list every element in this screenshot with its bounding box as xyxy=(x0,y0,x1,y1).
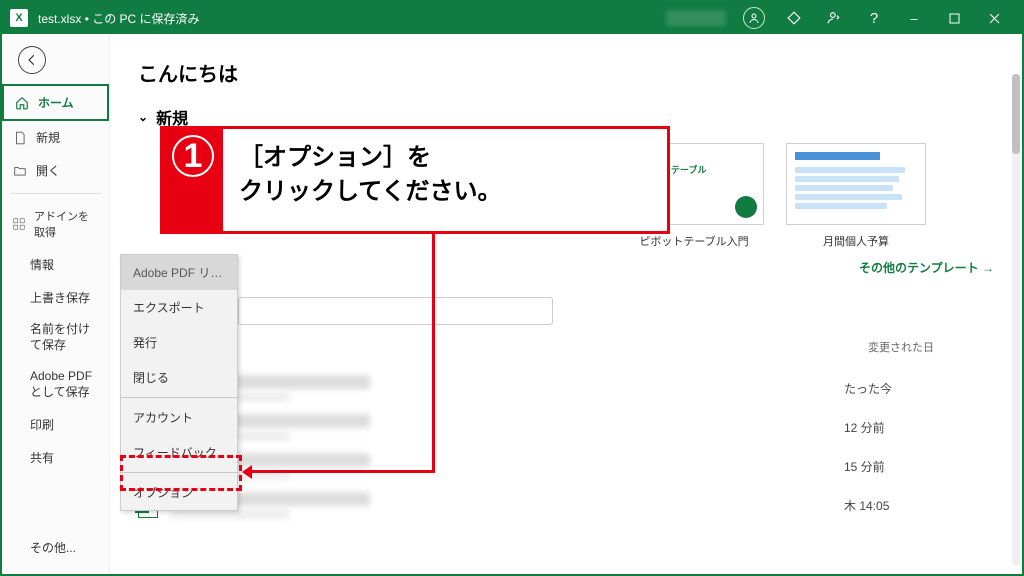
nav-open-label: 開く xyxy=(36,162,60,179)
overflow-menu: Adobe PDF リ… エクスポート 発行 閉じる アカウント フィードバック… xyxy=(120,254,238,511)
file-date: 15 分前 xyxy=(844,458,994,475)
file-date: 12 分前 xyxy=(844,419,994,436)
diamond-icon[interactable] xyxy=(774,2,814,34)
chevron-down-icon: ⌄ xyxy=(138,110,148,124)
titlebar: X test.xlsx • この PC に保存済み ? – xyxy=(2,2,1022,34)
more-templates-link[interactable]: その他のテンプレート → xyxy=(138,259,994,276)
nav-save-as[interactable]: 名前を付けて保存 xyxy=(2,314,109,361)
menu-feedback[interactable]: フィードバック xyxy=(121,435,237,470)
nav-other[interactable]: その他... xyxy=(2,531,109,564)
help-icon[interactable]: ? xyxy=(854,2,894,34)
menu-account[interactable]: アカウント xyxy=(121,400,237,435)
minimize-button[interactable]: – xyxy=(894,2,934,34)
back-button[interactable] xyxy=(18,46,46,74)
annotation-arrow-icon xyxy=(242,465,252,479)
pivot-play-icon xyxy=(735,196,757,218)
recent-header: 変更された日 xyxy=(138,339,994,363)
nav-get-addins[interactable]: アドインを取得 xyxy=(2,200,109,248)
scrollbar[interactable] xyxy=(1012,74,1020,566)
excel-app-icon: X xyxy=(10,9,28,27)
column-modified-date: 変更された日 xyxy=(868,339,934,355)
menu-adobe-pdf[interactable]: Adobe PDF リ… xyxy=(121,255,237,290)
menu-options[interactable]: オプション xyxy=(121,475,237,510)
document-icon xyxy=(12,130,28,146)
maximize-button[interactable] xyxy=(934,2,974,34)
folder-open-icon xyxy=(12,163,28,179)
nav-share[interactable]: 共有 xyxy=(2,441,109,474)
menu-publish[interactable]: 発行 xyxy=(121,325,237,360)
file-row[interactable]: たった今 xyxy=(138,369,994,408)
annotation-line-horizontal xyxy=(250,470,435,473)
account-icon[interactable] xyxy=(734,2,774,34)
nav-new-label: 新規 xyxy=(36,129,60,146)
file-row[interactable]: 15 分前 xyxy=(138,447,994,486)
greeting-heading: こんにちは xyxy=(138,58,994,87)
annotation-step-number: 1 xyxy=(163,129,223,231)
nav-print[interactable]: 印刷 xyxy=(2,408,109,441)
nav-info[interactable]: 情報 xyxy=(2,248,109,281)
nav-save[interactable]: 上書き保存 xyxy=(2,281,109,314)
search-input-stub[interactable] xyxy=(238,297,553,325)
close-button[interactable] xyxy=(974,2,1014,34)
app-window: X test.xlsx • この PC に保存済み ? – ホーム xyxy=(0,0,1024,576)
addins-icon xyxy=(12,216,26,232)
person-badge-icon[interactable] xyxy=(814,2,854,34)
file-date: 木 14:05 xyxy=(844,497,994,514)
file-row[interactable]: 木 14:05 xyxy=(138,486,994,525)
file-row[interactable]: 12 分前 xyxy=(138,408,994,447)
scrollbar-thumb[interactable] xyxy=(1012,74,1020,154)
annotation-callout: 1 ［オプション］をクリックしてください。 xyxy=(160,126,670,234)
menu-close[interactable]: 閉じる xyxy=(121,360,237,395)
menu-export[interactable]: エクスポート xyxy=(121,290,237,325)
window-title: test.xlsx • この PC に保存済み xyxy=(38,10,200,27)
nav-new[interactable]: 新規 xyxy=(2,121,109,154)
home-icon xyxy=(14,95,30,111)
template-budget[interactable]: 月間個人予算 xyxy=(786,143,926,249)
nav-home-label: ホーム xyxy=(38,94,74,111)
nav-open[interactable]: 開く xyxy=(2,154,109,187)
template-pivot-label: ピボットテーブル入門 xyxy=(639,233,748,249)
template-budget-label: 月間個人予算 xyxy=(823,233,889,249)
nav-home[interactable]: ホーム xyxy=(2,84,109,121)
nav-addins-label: アドインを取得 xyxy=(34,208,99,240)
nav-save-as-pdf[interactable]: Adobe PDF として保存 xyxy=(2,361,109,408)
user-name-blur xyxy=(666,10,726,26)
file-date: たった今 xyxy=(844,380,994,397)
annotation-line-vertical xyxy=(432,234,435,473)
annotation-text: ［オプション］をクリックしてください。 xyxy=(223,129,667,231)
backstage-sidebar: ホーム 新規 開く アドインを取得 情報 上書き保存 名前を付けて保存 Adob… xyxy=(2,34,110,574)
